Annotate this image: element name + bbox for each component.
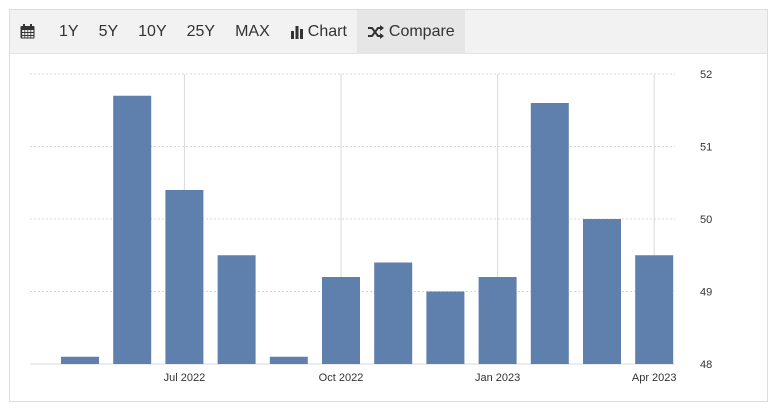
bar xyxy=(478,277,517,364)
range-1y-button[interactable]: 1Y xyxy=(49,10,89,54)
bar-chart: 48 49 50 51 52 Jul 2022 Oct 2022 Jan 2023 Apr 20… xyxy=(30,69,712,384)
bar xyxy=(635,255,674,364)
chart-button-label: Chart xyxy=(307,22,347,40)
y-tick-label: 52 xyxy=(700,69,712,81)
range-5y-button[interactable]: 5Y xyxy=(89,10,129,54)
bar-chart-icon xyxy=(290,25,303,39)
bar xyxy=(269,356,308,364)
shuffle-icon xyxy=(367,24,384,39)
y-tick-label: 50 xyxy=(700,214,712,226)
bar xyxy=(322,277,360,364)
range-25y-button[interactable]: 25Y xyxy=(177,10,225,54)
y-tick-label: 51 xyxy=(700,142,712,154)
calendar-button[interactable] xyxy=(10,10,49,54)
chart-toolbar: 1Y 5Y 10Y 25Y MAX Chart Compare xyxy=(10,9,767,54)
bar xyxy=(165,190,204,364)
y-tick-label: 48 xyxy=(700,359,712,371)
bar xyxy=(61,356,99,364)
compare-button-label: Compare xyxy=(388,22,455,40)
chart-button[interactable]: Chart xyxy=(280,10,357,54)
bar xyxy=(374,262,413,364)
bar xyxy=(426,291,465,364)
calendar-icon xyxy=(20,24,35,39)
x-tick-label: Apr 2023 xyxy=(632,372,677,384)
range-max-button[interactable]: MAX xyxy=(225,10,280,54)
x-tick-label: Jul 2022 xyxy=(164,372,206,384)
x-tick-label: Jan 2023 xyxy=(475,372,520,384)
x-tick-label: Oct 2022 xyxy=(319,372,364,384)
bar xyxy=(583,219,621,364)
bar xyxy=(217,255,256,364)
compare-button[interactable]: Compare xyxy=(356,9,465,54)
bar xyxy=(113,95,152,364)
chart-widget: 1Y 5Y 10Y 25Y MAX Chart Compare 48 49 50 51… xyxy=(9,9,768,402)
y-tick-label: 49 xyxy=(700,287,712,299)
bar xyxy=(530,103,569,364)
range-10y-button[interactable]: 10Y xyxy=(128,10,176,54)
